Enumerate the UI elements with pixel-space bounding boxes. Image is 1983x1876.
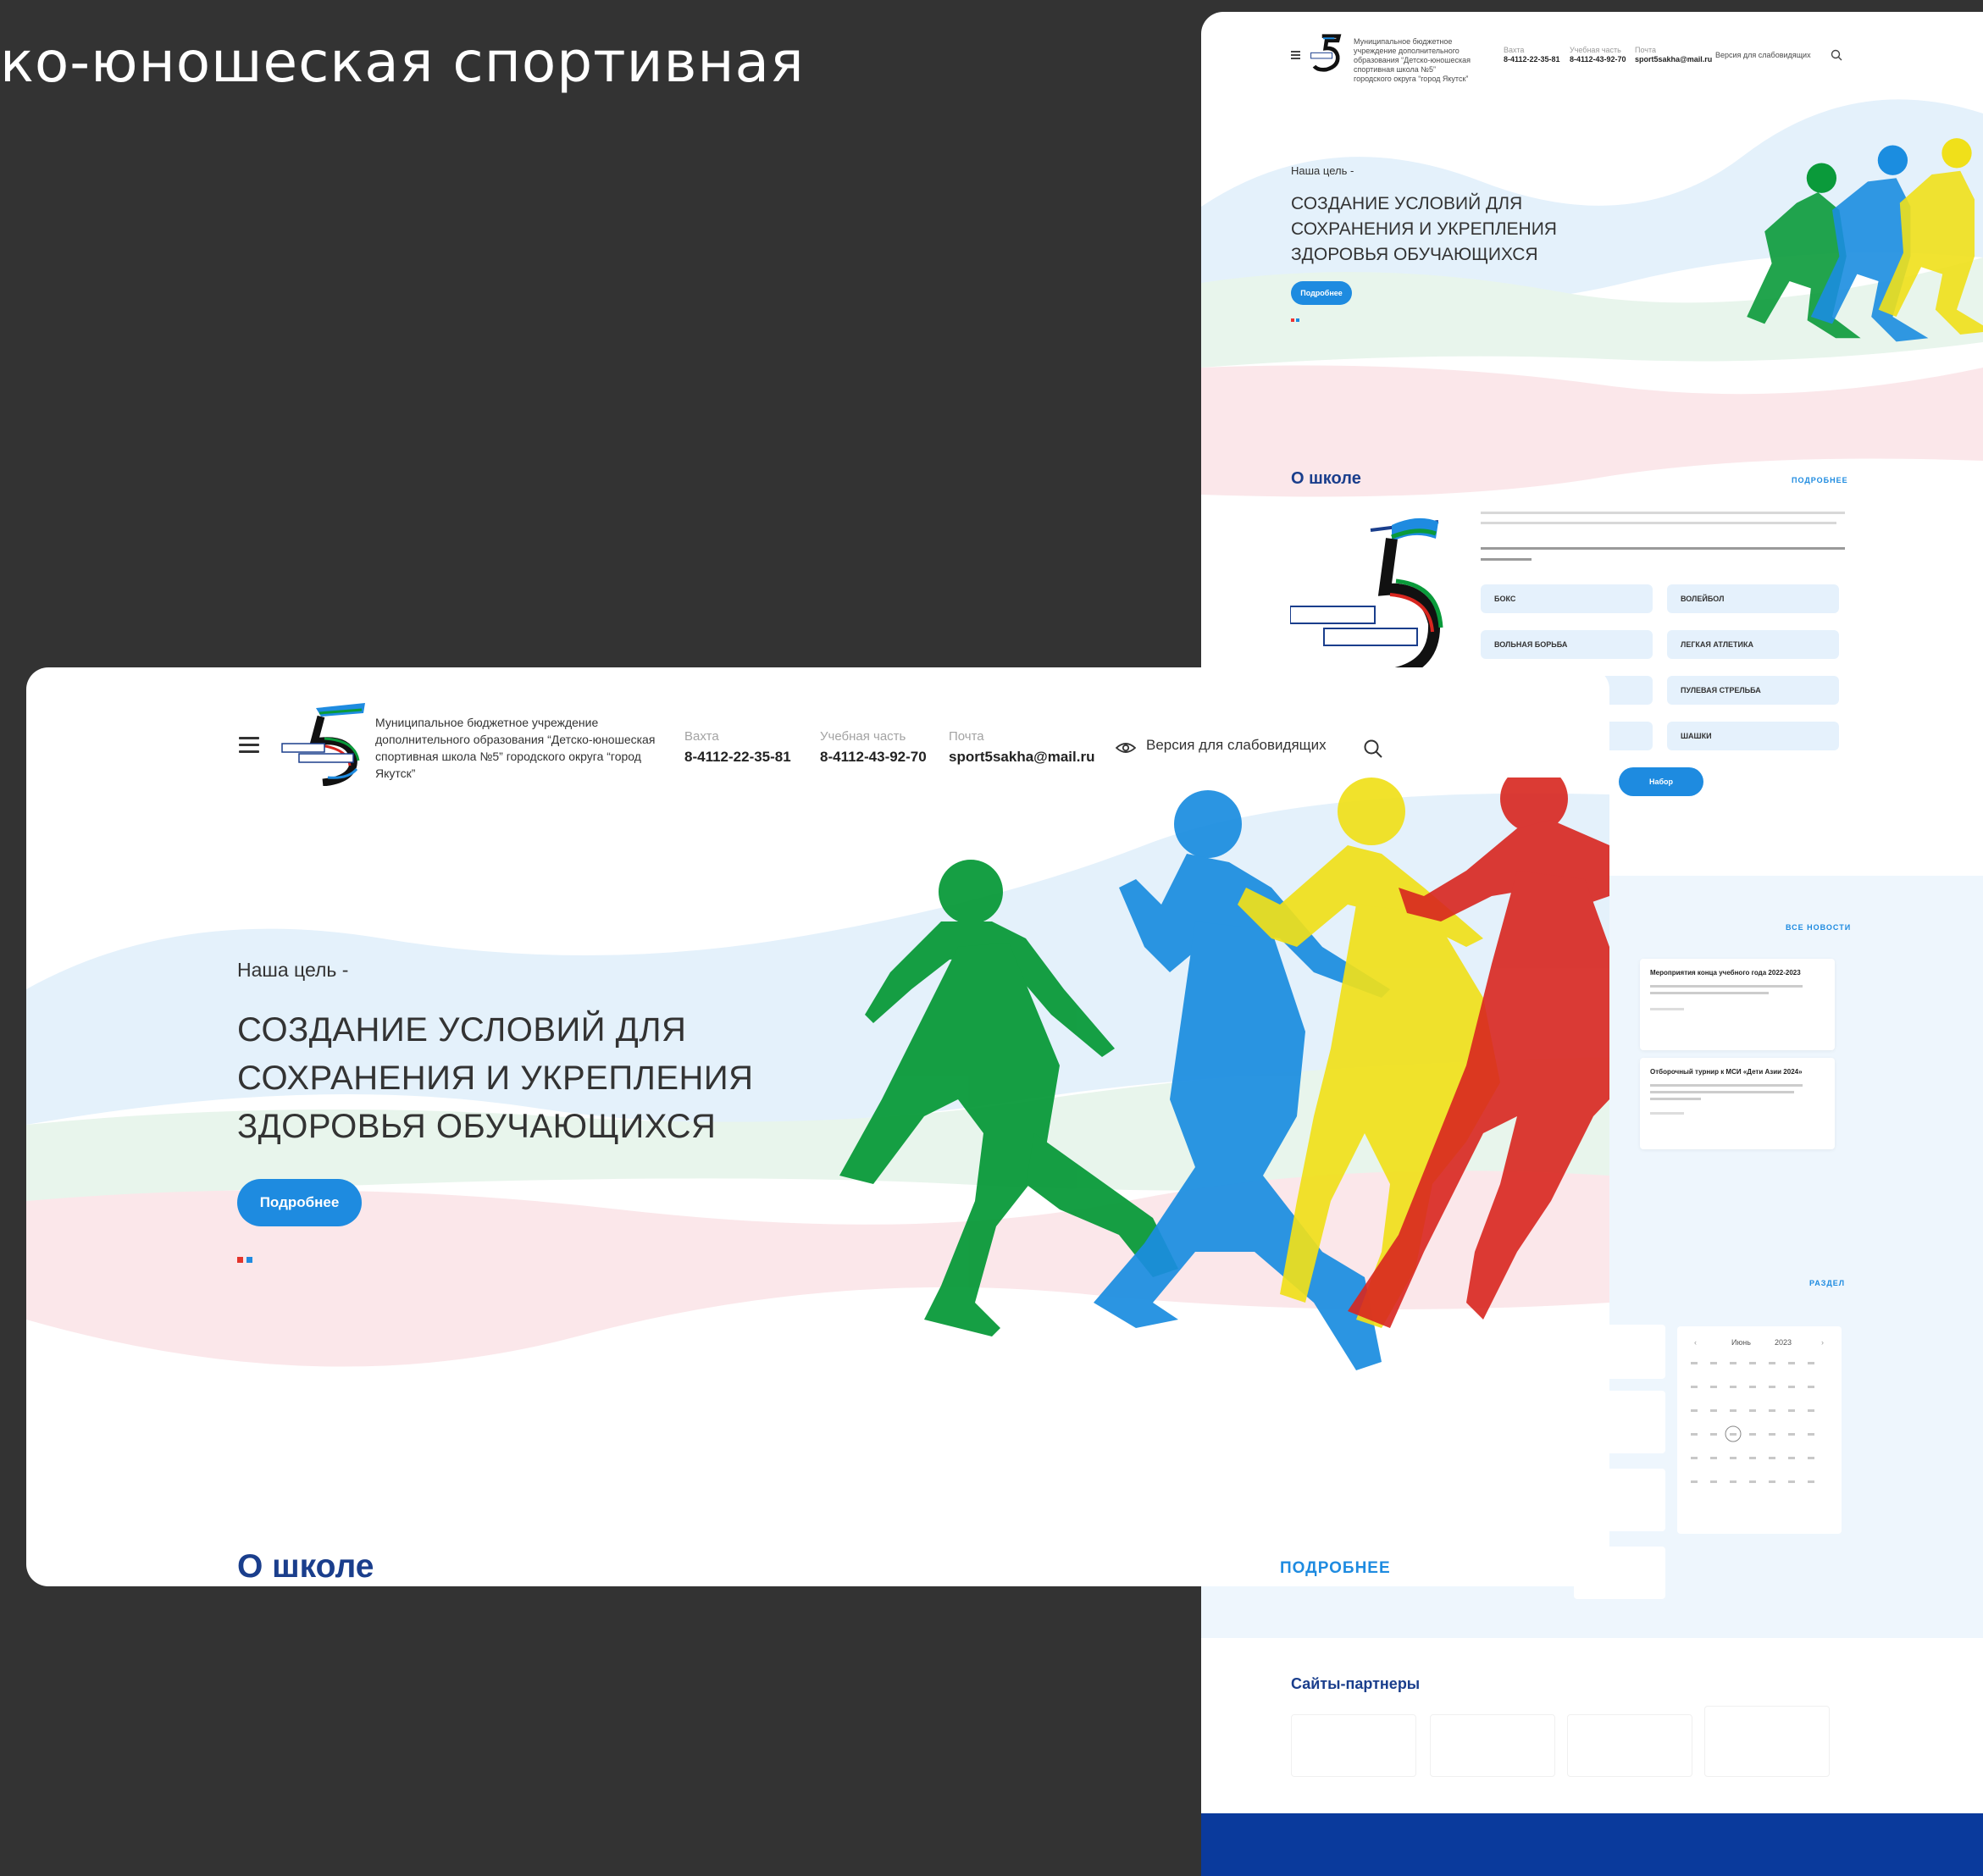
contact-phone[interactable]: 8-4112-43-92-70 xyxy=(820,749,927,766)
hero-heading-line: СОХРАНЕНИЯ И УКРЕПЛЕНИЯ xyxy=(237,1060,754,1097)
text-line xyxy=(1481,558,1532,561)
hero-heading-line: СОЗДАНИЕ УСЛОВИЙ ДЛЯ xyxy=(237,1011,687,1049)
slider-dot[interactable] xyxy=(1291,318,1294,322)
mockup-more-button[interactable]: Подробнее xyxy=(1291,281,1352,305)
chevron-right-icon[interactable]: › xyxy=(1821,1338,1824,1347)
news-title: Мероприятия конца учебного года 2022-202… xyxy=(1650,969,1801,977)
logo-icon xyxy=(1310,34,1342,72)
mockup-about-more[interactable]: ПОДРОБНЕЕ xyxy=(1792,476,1848,484)
slider-dot[interactable] xyxy=(246,1257,252,1263)
partners-title: Сайты-партнеры xyxy=(1291,1675,1421,1692)
partner-card[interactable] xyxy=(1704,1706,1830,1777)
organization-name: Муниципальное бюджетное учреждение допол… xyxy=(375,716,656,780)
hero-preview-card: Муниципальное бюджетное учреждение допол… xyxy=(26,667,1609,1586)
sport-chip[interactable]: БОКС xyxy=(1481,584,1653,613)
calendar-month[interactable]: Июнь xyxy=(1731,1338,1751,1347)
enroll-button[interactable]: Набор xyxy=(1619,767,1703,796)
page-title-strip: ко-юношеская спортивная xyxy=(0,30,805,95)
mockup-org-name: Муниципальное бюджетное учреждение допол… xyxy=(1354,37,1471,83)
mockup-contact-label: Учебная часть xyxy=(1570,46,1621,54)
contact-label: Учебная часть xyxy=(820,729,906,744)
mockup-contact-value: 8-4112-22-35-81 xyxy=(1504,55,1560,64)
about-more-link[interactable]: ПОДРОБНЕЕ xyxy=(1280,1559,1391,1578)
eye-icon[interactable] xyxy=(1116,741,1136,755)
news-title: Отборочный турнир к МСИ «Дети Азии 2024» xyxy=(1650,1068,1803,1076)
contact-label: Вахта xyxy=(684,729,719,744)
search-icon[interactable] xyxy=(1363,739,1383,759)
text-line xyxy=(1481,547,1845,550)
mockup-footer xyxy=(1201,1813,1983,1876)
contact-label: Почта xyxy=(949,729,984,744)
mockup-heading-line: СОЗДАНИЕ УСЛОВИЙ ДЛЯ xyxy=(1291,194,1523,213)
news-card[interactable]: Мероприятия конца учебного года 2022-202… xyxy=(1640,959,1835,1050)
text-line xyxy=(1481,522,1836,524)
text-line xyxy=(1481,512,1845,514)
news-card[interactable]: Отборочный турнир к МСИ «Дети Азии 2024» xyxy=(1640,1058,1835,1149)
mockup-contact-label: Почта xyxy=(1635,46,1656,54)
mockup-contact-value: sport5sakha@mail.ru xyxy=(1635,55,1713,64)
contact-phone[interactable]: 8-4112-22-35-81 xyxy=(684,749,791,766)
hero-heading: СОЗДАНИЕ УСЛОВИЙ ДЛЯ СОХРАНЕНИЯ И УКРЕПЛ… xyxy=(237,1006,754,1151)
hamburger-icon[interactable] xyxy=(1291,51,1300,59)
sport-chip[interactable]: ВОЛЕЙБОЛ xyxy=(1667,584,1839,613)
hero-heading-line: ЗДОРОВЬЯ ОБУЧАЮЩИХСЯ xyxy=(237,1108,717,1145)
calendar-widget[interactable]: ‹ Июнь 2023 › xyxy=(1677,1326,1842,1534)
school-logo-icon xyxy=(281,703,365,786)
vision-impaired-link[interactable]: Версия для слабовидящих xyxy=(1146,737,1327,754)
mockup-heading-line: ЗДОРОВЬЯ ОБУЧАЮЩИХСЯ xyxy=(1291,245,1538,264)
sport-chip[interactable]: ШАШКИ xyxy=(1667,722,1839,750)
mockup-hero-heading: СОЗДАНИЕ УСЛОВИЙ ДЛЯ СОХРАНЕНИЯ И УКРЕПЛ… xyxy=(1291,191,1557,268)
mockup-vision-link[interactable]: Версия для слабовидящих xyxy=(1715,51,1811,60)
sport-chip[interactable]: ВОЛЬНАЯ БОРЬБА xyxy=(1481,630,1653,659)
calendar-year[interactable]: 2023 xyxy=(1775,1338,1792,1347)
section-more-link[interactable]: РАЗДЕЛ xyxy=(1809,1279,1845,1287)
partner-card[interactable] xyxy=(1430,1714,1555,1777)
all-news-link[interactable]: ВСЕ НОВОСТИ xyxy=(1786,923,1851,932)
goal-label: Наша цель - xyxy=(237,959,349,981)
mockup-contact-label: Вахта xyxy=(1504,46,1525,54)
partner-card[interactable] xyxy=(1567,1714,1692,1777)
slider-dot-active[interactable] xyxy=(237,1257,243,1263)
school-logo-icon xyxy=(1290,517,1443,680)
calendar-grid[interactable] xyxy=(1687,1360,1831,1521)
sport-chip[interactable]: ЛЕГКАЯ АТЛЕТИКА xyxy=(1667,630,1839,659)
mockup-about-title: О школе xyxy=(1291,469,1361,488)
about-school-title: О школе xyxy=(237,1548,374,1585)
mockup-goal-label: Наша цель - xyxy=(1291,164,1354,177)
partner-card[interactable] xyxy=(1291,1714,1416,1777)
slider-dot[interactable] xyxy=(1296,318,1299,322)
mockup-contact-value: 8-4112-43-92-70 xyxy=(1570,55,1626,64)
more-button[interactable]: Подробнее xyxy=(237,1179,362,1226)
mockup-heading-line: СОХРАНЕНИЯ И УКРЕПЛЕНИЯ xyxy=(1291,219,1557,239)
sport-chip[interactable]: ПУЛЕВАЯ СТРЕЛЬБА xyxy=(1667,676,1839,705)
hamburger-icon[interactable] xyxy=(239,737,259,754)
chevron-left-icon[interactable]: ‹ xyxy=(1694,1338,1697,1347)
search-icon[interactable] xyxy=(1831,49,1842,61)
contact-email[interactable]: sport5sakha@mail.ru xyxy=(949,749,1094,766)
